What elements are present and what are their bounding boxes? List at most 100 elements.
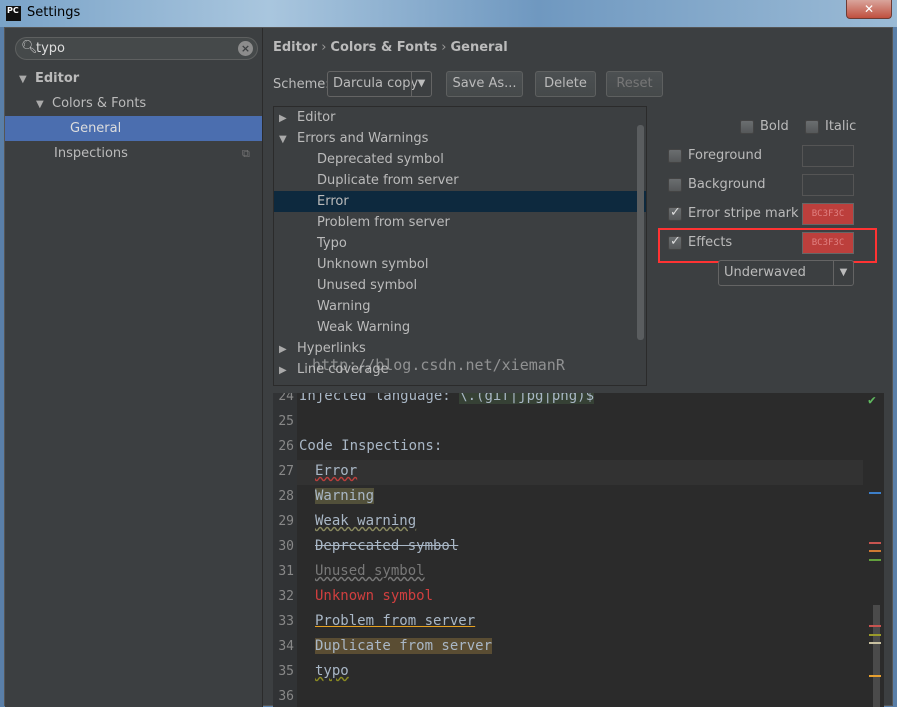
line-number: 31 (278, 564, 294, 579)
tree-item-editor[interactable]: ▼ Editor (5, 66, 262, 91)
preview-editor[interactable]: ✔ 24 Injected language: \.(gif|jpg|png)$ 2… (273, 393, 884, 707)
code-line: Deprecated symbol (315, 534, 458, 559)
expand-triangle-icon[interactable]: ▼ (19, 67, 35, 92)
expand-triangle-icon[interactable]: ▼ (36, 92, 52, 117)
italic-label: Italic (825, 119, 857, 134)
code-text: typo (315, 663, 349, 679)
code-line: typo (315, 659, 349, 684)
list-item-label: Warning (317, 299, 371, 314)
expand-triangle-icon[interactable]: ▶ (279, 108, 295, 129)
list-item[interactable]: Weak Warning (274, 317, 646, 338)
code-line: Code Inspections: (299, 434, 442, 459)
line-number: 32 (278, 589, 294, 604)
code-text: Weak warning (315, 513, 417, 529)
effect-type-select[interactable]: Underwaved ▼ (718, 260, 854, 286)
background-color-swatch[interactable] (802, 174, 854, 196)
tree-label: Colors & Fonts (52, 96, 147, 111)
expand-triangle-icon[interactable]: ▶ (279, 339, 295, 360)
stripe-mark (869, 625, 881, 627)
crumb: Editor (273, 40, 318, 55)
tree-item-general[interactable]: General (5, 116, 262, 141)
settings-content: Editor › Colors & Fonts › General Scheme: Da… (264, 28, 894, 707)
highlight-annotation-box (658, 228, 877, 263)
italic-checkbox[interactable] (805, 120, 819, 134)
line-number: 27 (278, 464, 294, 479)
window-title: Settings (27, 5, 81, 20)
line-number: 28 (278, 489, 294, 504)
list-item[interactable]: ▶ Editor (274, 107, 646, 128)
tree-label: Editor (35, 71, 80, 86)
code-text: Problem from server (315, 613, 476, 629)
foreground-checkbox[interactable] (668, 149, 682, 163)
list-item[interactable]: Unused symbol (274, 275, 646, 296)
scheme-value: Darcula copy (333, 76, 419, 91)
stripe-mark (869, 542, 881, 544)
copy-icon: ⧉ (242, 147, 250, 160)
code-line: Unused symbol (315, 559, 425, 584)
list-item[interactable]: Deprecated symbol (274, 149, 646, 170)
settings-window: 🔍︎ typo × ▼ Editor ▼ Colors & Fonts Genera… (4, 27, 894, 707)
code-text: Injected language: (299, 393, 460, 404)
delete-button[interactable]: Delete (535, 71, 596, 97)
code-text: Deprecated symbol (315, 538, 459, 554)
tree-label: Inspections (54, 146, 128, 161)
list-item-label: Unused symbol (317, 278, 418, 293)
list-item[interactable]: Duplicate from server (274, 170, 646, 191)
list-item-label: Editor (297, 110, 336, 125)
title-bar: PC Settings ✕ (0, 0, 897, 27)
tree-item-inspections[interactable]: Inspections ⧉ (5, 141, 262, 166)
stripe-mark (869, 550, 881, 552)
code-line: Unknown symbol (315, 584, 433, 609)
line-number: 29 (278, 514, 294, 529)
current-line-highlight (297, 460, 863, 485)
list-item-label: Errors and Warnings (297, 131, 429, 146)
line-number: 26 (278, 439, 294, 454)
list-item-label: Hyperlinks (297, 341, 366, 356)
list-item[interactable]: Typo (274, 233, 646, 254)
code-text: Unknown symbol (315, 588, 434, 604)
code-text: Code Inspections: (299, 438, 443, 454)
error-stripe-color-swatch[interactable]: BC3F3C (802, 203, 854, 225)
search-value: typo (36, 41, 65, 56)
line-number: 25 (278, 414, 294, 429)
list-item[interactable]: ▼ Errors and Warnings (274, 128, 646, 149)
watermark: http://blog.csdn.net/xiemanR (312, 356, 565, 374)
tree-item-colors-fonts[interactable]: ▼ Colors & Fonts (5, 91, 262, 116)
crumb: General (450, 40, 508, 55)
list-item[interactable]: Problem from server (274, 212, 646, 233)
check-icon: ✔ (868, 393, 876, 408)
expand-triangle-icon[interactable]: ▶ (279, 360, 295, 381)
scheme-select[interactable]: Darcula copy ▼ (327, 71, 432, 97)
list-item-label: Unknown symbol (317, 257, 429, 272)
close-button[interactable]: ✕ (846, 0, 892, 19)
line-number: 34 (278, 639, 294, 654)
code-line: Warning (315, 484, 375, 509)
code-line: Problem from server (315, 609, 475, 634)
save-as-button[interactable]: Save As... (446, 71, 523, 97)
code-line: Injected language: \.(gif|jpg|png)$ (299, 393, 595, 409)
foreground-color-swatch[interactable] (802, 145, 854, 167)
reset-button[interactable]: Reset (606, 71, 663, 97)
editor-scrollbar[interactable] (873, 605, 880, 707)
list-item-label: Typo (317, 236, 347, 251)
list-item[interactable]: Unknown symbol (274, 254, 646, 275)
search-input[interactable]: 🔍︎ typo × (15, 37, 258, 60)
list-item[interactable]: Warning (274, 296, 646, 317)
list-item[interactable]: Error (274, 191, 646, 212)
clear-icon[interactable]: × (238, 41, 253, 56)
stripe-mark (869, 492, 881, 494)
crumb: Colors & Fonts (330, 40, 438, 55)
background-checkbox[interactable] (668, 178, 682, 192)
settings-sidebar: 🔍︎ typo × ▼ Editor ▼ Colors & Fonts Genera… (5, 28, 263, 707)
error-stripe-checkbox[interactable] (668, 205, 682, 221)
line-number: 33 (278, 614, 294, 629)
stripe-mark (869, 559, 881, 561)
chevron-down-icon: ▼ (833, 261, 853, 285)
stripe-mark (869, 634, 881, 636)
collapse-triangle-icon[interactable]: ▼ (279, 129, 295, 150)
list-item-label: Weak Warning (317, 320, 411, 335)
code-line: Error (315, 459, 357, 484)
code-text: Duplicate from server (315, 638, 493, 654)
bold-checkbox[interactable] (740, 120, 754, 134)
list-scrollbar[interactable] (637, 125, 644, 340)
